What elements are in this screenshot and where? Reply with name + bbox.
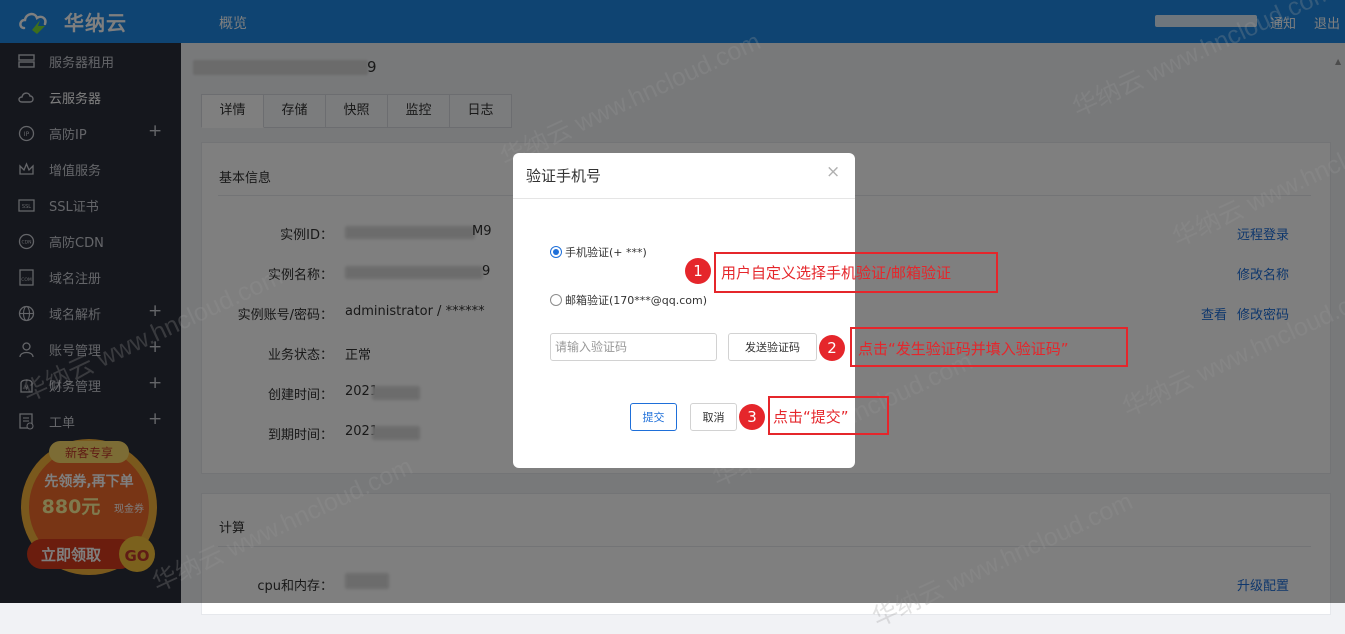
- phone-verify-label[interactable]: 手机验证(+ ***): [565, 244, 647, 260]
- email-verify-radio[interactable]: [550, 294, 562, 306]
- email-verify-label[interactable]: 邮箱验证(170***@qq.com): [565, 292, 707, 308]
- annotation-number-3: 3: [739, 404, 765, 430]
- annotation-number-1: 1: [685, 258, 711, 284]
- dialog-title: 验证手机号: [526, 167, 602, 185]
- annotation-text-2: 点击“发生验证码并填入验证码”: [858, 340, 1069, 358]
- annotation-text-3: 点击“提交”: [773, 408, 849, 426]
- verification-code-input[interactable]: [550, 333, 717, 361]
- annotation-text-1: 用户自定义选择手机验证/邮箱验证: [721, 264, 952, 282]
- dialog-divider: [513, 198, 855, 199]
- annotation-number-2: 2: [819, 335, 845, 361]
- close-icon[interactable]: ×: [826, 162, 840, 182]
- cancel-button[interactable]: 取消: [690, 403, 737, 431]
- phone-verify-radio[interactable]: [550, 246, 562, 258]
- send-code-button[interactable]: 发送验证码: [728, 333, 817, 361]
- submit-button[interactable]: 提交: [630, 403, 677, 431]
